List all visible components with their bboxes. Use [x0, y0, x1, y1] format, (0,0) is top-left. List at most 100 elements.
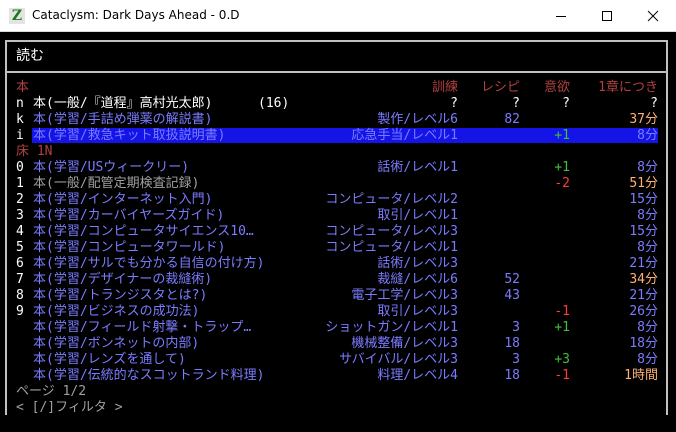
item-time: 51分	[629, 176, 658, 191]
item-recipe: 3	[512, 320, 520, 335]
list-item[interactable]: 0 本(学習/USウィークリー) 話術/レベル1 +1 8分	[0, 160, 676, 176]
item-name: 本(学習/コンピュータワールド)	[33, 240, 226, 255]
list-item[interactable]: 本(学習/伝統的なスコットランド料理) 料理/レベル4 18 -1 1時間	[0, 368, 676, 384]
item-skill: 話術/レベル1	[377, 160, 458, 175]
hotkey: 1	[16, 176, 24, 191]
item-time: 8分	[637, 320, 658, 335]
item-time: 37分	[629, 112, 658, 127]
item-name: 本(学習/トランジスタとは?)	[33, 288, 208, 303]
item-skill: サバイバル/レベル3	[339, 352, 458, 367]
page-indicator: ページ 1/2	[16, 384, 87, 399]
list-item-selected[interactable]: n 本(一般/『道程』高村光太郎) (16) ? ? ? ?	[0, 96, 676, 143]
item-name: 本(学習/伝統的なスコットランド料理)	[33, 368, 265, 383]
item-time: 8分	[637, 160, 658, 175]
list-item[interactable]: 3 本(学習/カーバイヤーズガイド) 取引/レベル1 8分	[0, 208, 676, 224]
col-time-header: 1章につき	[598, 80, 658, 95]
item-time: 34分	[629, 272, 658, 287]
list-item[interactable]: 6 本(学習/サルでも分かる自信の付け方) 話術/レベル3 21分	[0, 256, 676, 272]
item-name: 本(学習/カーバイヤーズガイド)	[33, 208, 225, 223]
item-time: 8分	[637, 128, 658, 143]
minimize-icon	[556, 16, 566, 17]
item-skill: 裁縫/レベル6	[377, 272, 458, 287]
item-count: (16)	[258, 96, 290, 111]
col-morale-header: 意欲	[543, 80, 570, 95]
item-name: 本(学習/デザイナーの裁縫術)	[33, 272, 213, 287]
item-skill: コンピュータ/レベル3	[325, 224, 458, 239]
item-morale: +1	[554, 320, 570, 335]
item-skill: ショットガン/レベル1	[325, 320, 458, 335]
floor-section-header: 床 1N	[0, 144, 676, 160]
hotkey: 8	[16, 288, 24, 303]
item-morale: +1	[554, 160, 570, 175]
window-title: Cataclysm: Dark Days Ahead - 0.D	[32, 8, 240, 22]
section-label: 本	[16, 80, 30, 95]
item-morale: +3	[554, 352, 570, 367]
list-item[interactable]: 本(学習/レンズを通して) サバイバル/レベル3 3 +3 8分	[0, 352, 676, 368]
filter-row: < [/]フィルタ >	[0, 400, 676, 416]
hotkey: i	[16, 128, 24, 143]
item-name: 本(学習/ボンネットの内部)	[33, 336, 200, 351]
app-icon: Z	[9, 8, 25, 24]
item-time: 21分	[629, 256, 658, 271]
item-time: 18分	[629, 336, 658, 351]
item-skill: 話術/レベル3	[377, 256, 458, 271]
item-name: 本(学習/ビジネスの成功法)	[33, 304, 200, 319]
minimize-button[interactable]	[538, 0, 584, 31]
maximize-icon	[602, 11, 612, 21]
item-morale: -1	[554, 368, 570, 383]
header-divider	[5, 71, 668, 73]
list-item[interactable]: 5 本(学習/コンピュータワールド) コンピュータ/レベル1 8分	[0, 240, 676, 256]
list-item[interactable]: i 本(学習/救急キット取扱説明書) 応急手当/レベル1 +1 8分	[0, 128, 676, 144]
item-train: ?	[450, 96, 458, 111]
item-recipe: ?	[512, 96, 520, 111]
filter-hint[interactable]: < [/]フィルタ >	[16, 400, 123, 416]
item-time: ?	[650, 96, 658, 111]
item-skill: 機械整備/レベル3	[351, 336, 458, 351]
item-time: 8分	[637, 208, 658, 223]
item-recipe: 18	[504, 368, 520, 383]
item-name: 本(一般/『道程』高村光太郎)	[33, 96, 213, 111]
item-name: 本(学習/フィールド射撃・トラップ…	[33, 320, 252, 335]
item-time: 15分	[629, 224, 658, 239]
item-skill: 応急手当/レベル1	[351, 128, 458, 143]
item-time: 8分	[637, 352, 658, 367]
item-morale: ?	[562, 96, 570, 111]
hotkey: 3	[16, 208, 24, 223]
menu-title: 読む	[16, 48, 44, 64]
list-item[interactable]: 4 本(学習/コンピュータサイエンス10… コンピュータ/レベル3 15分	[0, 224, 676, 240]
item-skill: 製作/レベル6	[377, 112, 458, 127]
hotkey: 4	[16, 224, 24, 239]
list-item[interactable]: k 本(学習/手詰め弾薬の解説書) 製作/レベル6 82 37分	[0, 112, 676, 128]
window-titlebar: Z Cataclysm: Dark Days Ahead - 0.D	[0, 0, 676, 32]
list-item[interactable]: 8 本(学習/トランジスタとは?) 電子工学/レベル3 43 21分	[0, 288, 676, 304]
item-name: 本(学習/手詰め弾薬の解説書)	[33, 112, 213, 127]
item-time: 15分	[629, 192, 658, 207]
item-name: 本(学習/レンズを通して)	[33, 352, 186, 367]
item-time: 21分	[629, 288, 658, 303]
hotkey: 2	[16, 192, 24, 207]
close-button[interactable]	[630, 0, 676, 31]
list-item[interactable]: 本(学習/ボンネットの内部) 機械整備/レベル3 18 18分	[0, 336, 676, 352]
maximize-button[interactable]	[584, 0, 630, 31]
item-recipe: 43	[504, 288, 520, 303]
item-morale: +1	[554, 128, 570, 143]
list-item[interactable]: 本(学習/フィールド射撃・トラップ… ショットガン/レベル1 3 +1 8分	[0, 320, 676, 336]
list-item[interactable]: 2 本(学習/インターネット入門) コンピュータ/レベル2 15分	[0, 192, 676, 208]
list-item[interactable]: 9 本(学習/ビジネスの成功法) 取引/レベル3 -1 26分	[0, 304, 676, 320]
item-time: 26分	[629, 304, 658, 319]
list-item[interactable]: 7 本(学習/デザイナーの裁縫術) 裁縫/レベル6 52 34分	[0, 272, 676, 288]
hotkey: 5	[16, 240, 24, 255]
hotkey: n	[16, 96, 24, 111]
list-item[interactable]: 1 本(一般/配管定期検査記録) -2 51分	[0, 176, 676, 192]
col-recipe-header: レシピ	[480, 80, 520, 95]
item-name: 本(学習/USウィークリー)	[33, 160, 190, 175]
item-name: 本(学習/インターネット入門)	[33, 192, 213, 207]
hotkey: 9	[16, 304, 24, 319]
item-recipe: 3	[512, 352, 520, 367]
page-indicator-row: ページ 1/2	[0, 384, 676, 400]
column-header: 本 訓練 レシピ 意欲 1章につき	[0, 80, 676, 96]
hotkey: 6	[16, 256, 24, 271]
item-time: 8分	[637, 240, 658, 255]
item-recipe: 82	[504, 112, 520, 127]
item-skill: 取引/レベル1	[377, 208, 458, 223]
